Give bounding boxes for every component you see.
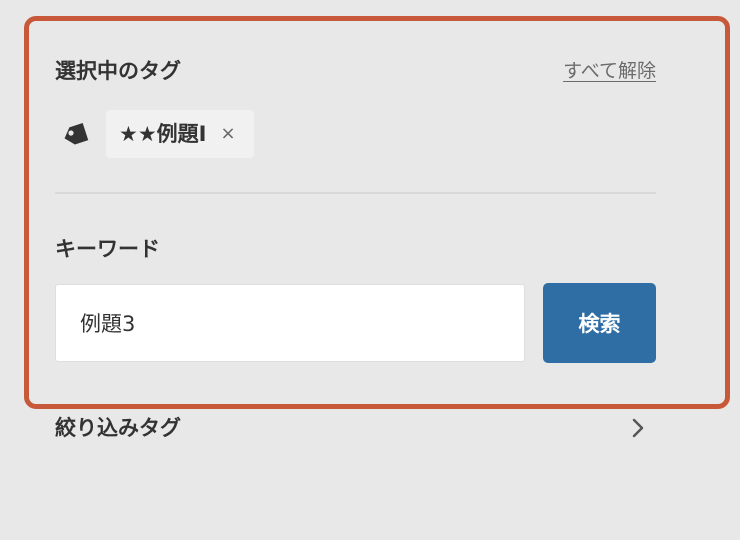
clear-all-link[interactable]: すべて解除: [563, 56, 656, 86]
selected-tag-label: ★★例題Ⅰ: [119, 122, 207, 146]
filter-tags-row[interactable]: 絞り込みタグ: [55, 412, 645, 444]
selected-tags-header: 選択中のタグ すべて解除: [55, 56, 656, 86]
keyword-label: キーワード: [55, 237, 160, 261]
selected-tags-title: 選択中のタグ: [55, 59, 181, 83]
remove-tag-button[interactable]: ×: [220, 110, 235, 158]
tag-icon: [60, 122, 90, 148]
keyword-search-input[interactable]: [55, 284, 525, 362]
chevron-right-icon: [631, 417, 645, 439]
selected-tag-chip: ★★例題Ⅰ ×: [106, 110, 254, 158]
search-button[interactable]: 検索: [543, 283, 656, 363]
filter-tags-label: 絞り込みタグ: [55, 416, 181, 440]
section-divider: [55, 192, 656, 194]
